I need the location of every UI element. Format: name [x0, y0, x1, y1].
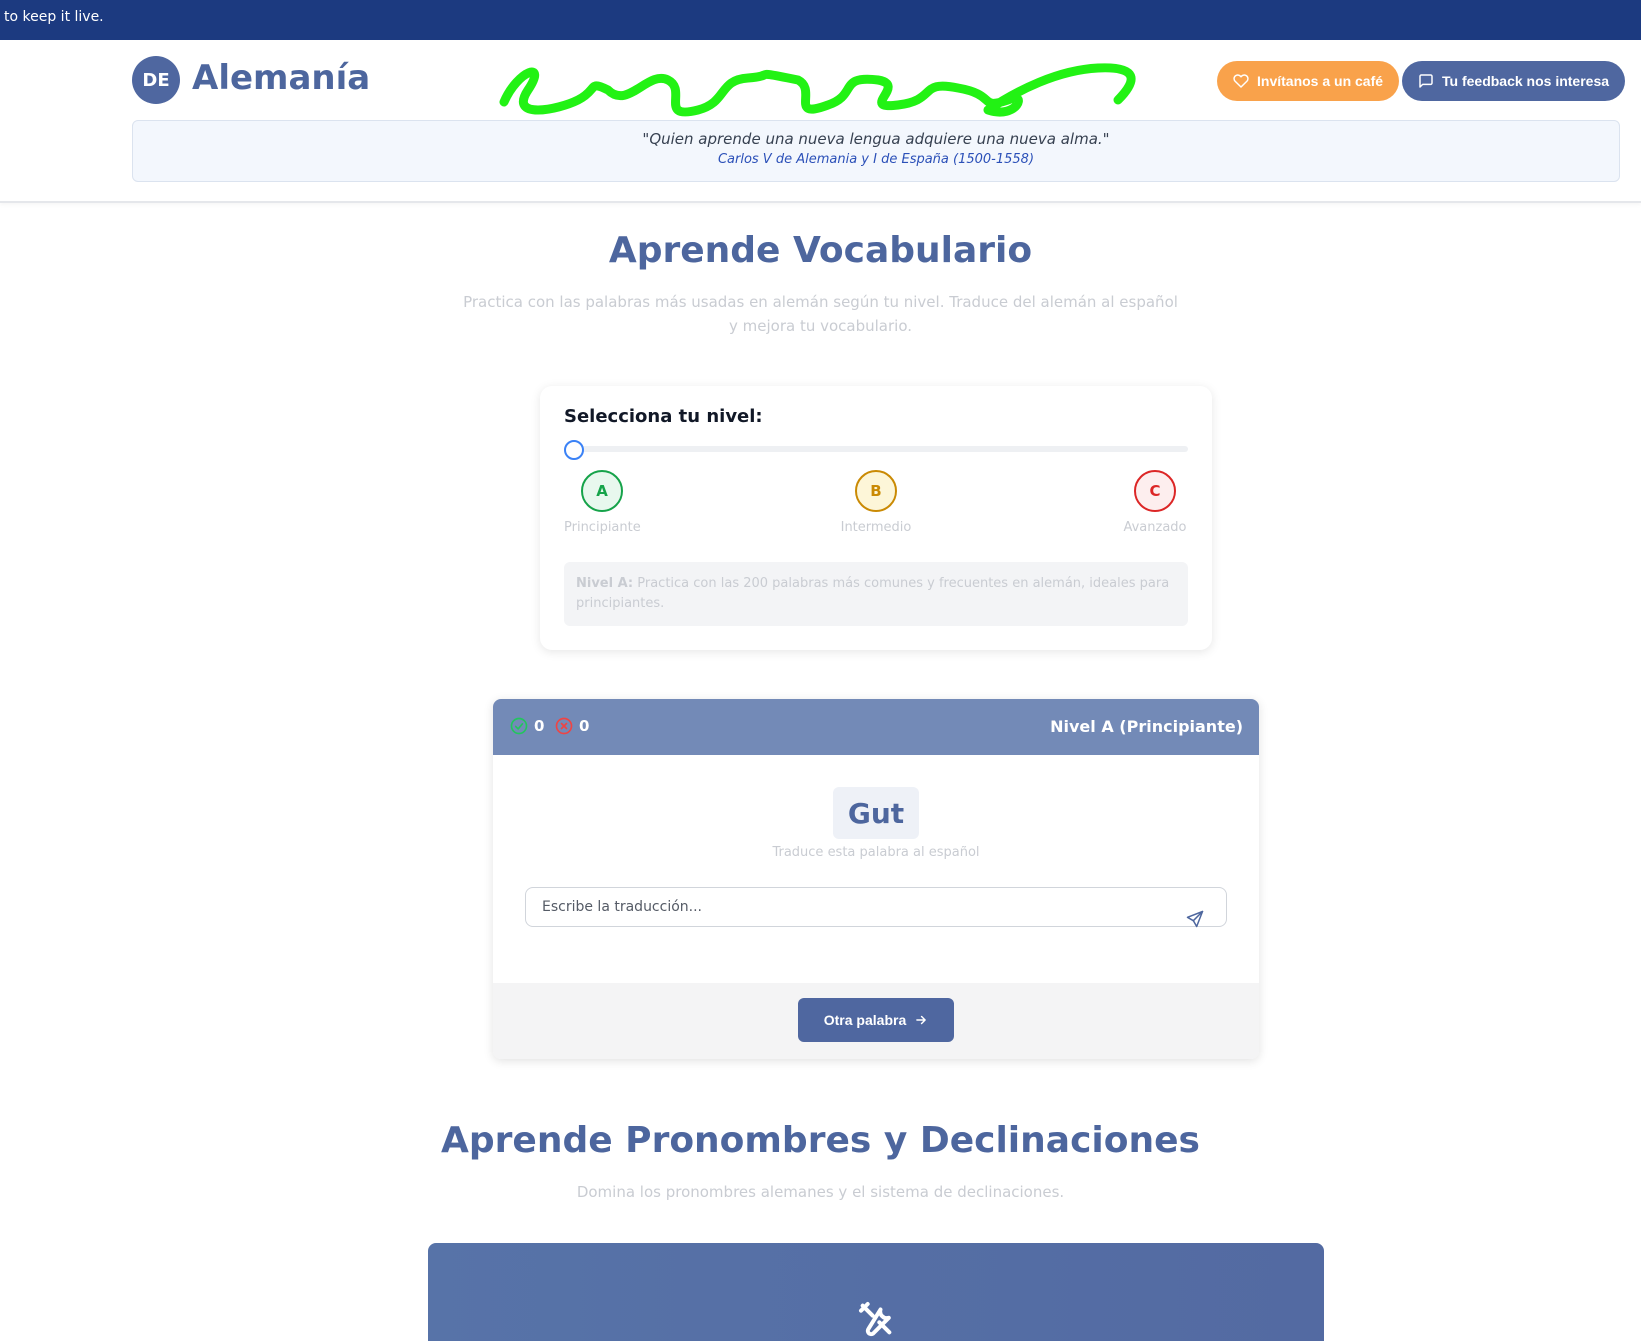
invite-coffee-button[interactable]: Invítanos a un café: [1217, 61, 1400, 101]
green-scribble-overlay: [499, 63, 1136, 117]
pronouns-section-title: Aprende Pronombres y Declinaciones: [441, 1120, 1200, 1161]
vocab-practice-card: 0 0 Nivel A (Principiante) Gut Traduce e…: [493, 699, 1259, 1059]
level-selector-card: Selecciona tu nivel: A Principiante B In…: [540, 386, 1212, 650]
vocab-card-footer: Otra palabra: [493, 983, 1259, 1059]
feedback-label: Tu feedback nos interesa: [1442, 73, 1610, 89]
translation-input[interactable]: [525, 887, 1227, 927]
quote-author: Carlos V de Alemania y I de España (1500…: [717, 152, 1035, 167]
level-b-badge: B: [855, 470, 897, 512]
feedback-button[interactable]: Tu feedback nos interesa: [1402, 61, 1626, 101]
vocab-section-title: Aprende Vocabulario: [608, 230, 1033, 271]
chat-bubble-icon: [1419, 74, 1433, 88]
level-b-name: Intermedio: [840, 520, 912, 535]
level-slider-thumb[interactable]: [564, 440, 584, 460]
word-hint: Traduce esta palabra al español: [772, 845, 980, 860]
quote-box: "Quien aprende una nueva lengua adquiere…: [132, 120, 1620, 182]
tools-icon: [859, 1302, 892, 1337]
level-c-badge: C: [1134, 470, 1176, 512]
level-c-name: Avanzado: [1123, 520, 1187, 535]
next-word-button[interactable]: Otra palabra: [798, 998, 954, 1042]
logo-text[interactable]: Alemanía: [192, 58, 370, 98]
level-selector-label: Selecciona tu nivel:: [564, 406, 763, 427]
send-icon[interactable]: [1185, 909, 1205, 929]
vocab-subtitle-line-1: Practica con las palabras más usadas en …: [463, 293, 1178, 311]
level-option-c[interactable]: C Avanzado: [1122, 470, 1188, 535]
x-circle-icon: [555, 717, 573, 735]
pronouns-card: [428, 1243, 1324, 1341]
vocab-level-label: Nivel A (Principiante): [1050, 717, 1243, 736]
check-circle-icon: [510, 717, 528, 735]
wrong-score: 0: [554, 716, 589, 736]
wrong-count: 0: [579, 717, 590, 735]
pronouns-section-subtitle: Domina los pronombres alemanes y el sist…: [576, 1183, 1065, 1201]
level-description-label: Nivel A:: [576, 576, 634, 591]
invite-coffee-label: Invítanos a un café: [1257, 73, 1384, 89]
vocab-card-header: 0 0 Nivel A (Principiante): [493, 699, 1259, 755]
heart-icon: [1233, 74, 1249, 88]
level-a-badge: A: [581, 470, 623, 512]
level-description: Nivel A: Practica con las 200 palabras m…: [564, 562, 1188, 626]
correct-score: 0: [509, 716, 544, 736]
level-description-text: Practica con las 200 palabras más comune…: [576, 576, 1170, 611]
level-slider-track[interactable]: [564, 446, 1188, 452]
correct-count: 0: [534, 717, 545, 735]
top-banner-text: to keep it live.: [4, 9, 104, 25]
vocab-subtitle-line-2: y mejora tu vocabulario.: [728, 317, 912, 335]
level-a-name: Principiante: [564, 520, 641, 535]
next-word-label: Otra palabra: [823, 1012, 907, 1028]
arrow-right-icon: [916, 1015, 927, 1025]
site-header: DE Alemanía Invítanos a un café Tu feedb…: [0, 40, 1641, 203]
logo-badge[interactable]: DE: [132, 56, 180, 104]
top-banner: to keep it live.: [0, 0, 1641, 40]
german-word: Gut: [833, 787, 919, 839]
level-option-a[interactable]: A Principiante: [564, 470, 641, 535]
level-option-b[interactable]: B Intermedio: [835, 470, 917, 535]
quote-text: "Quien aprende una nueva lengua adquiere…: [642, 130, 1110, 148]
vocab-section-subtitle: Practica con las palabras más usadas en …: [0, 290, 1641, 338]
